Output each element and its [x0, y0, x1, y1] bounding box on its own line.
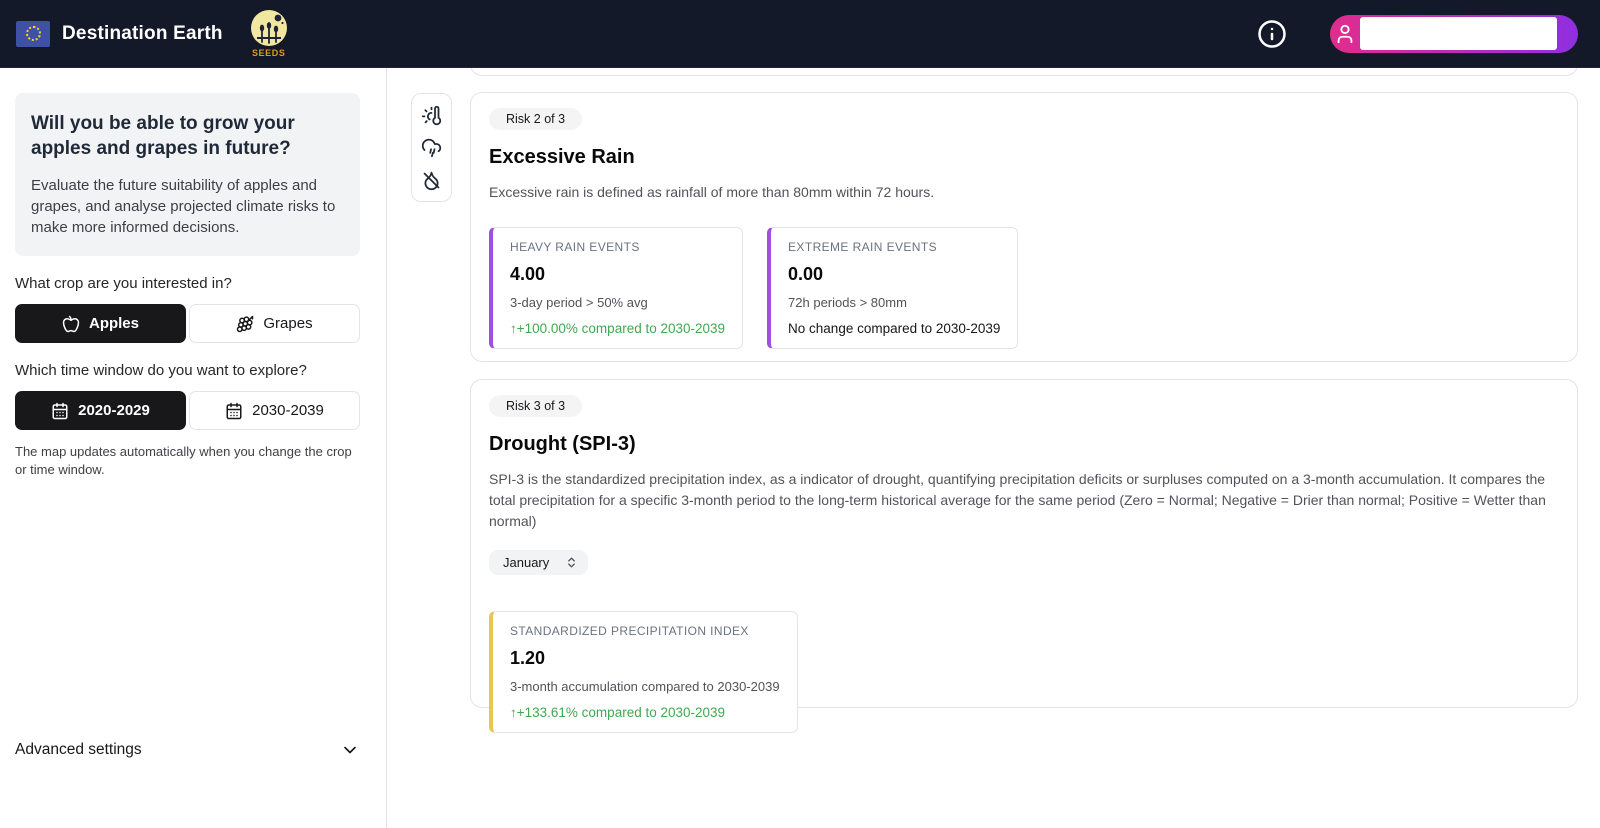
stat-value: 4.00: [510, 264, 725, 285]
toolbar-rain-button[interactable]: [420, 136, 444, 160]
droplet-off-icon: [421, 170, 442, 191]
crop-button-grapes[interactable]: Grapes: [189, 304, 360, 343]
advanced-settings-label: Advanced settings: [15, 741, 142, 759]
eu-flag: [16, 21, 50, 47]
risk-description: SPI-3 is the standardized precipitation …: [489, 469, 1557, 532]
crop-button-apples-label: Apples: [89, 315, 139, 332]
grape-icon: [236, 315, 254, 333]
time-button-row: 2020-2029 2030-2039: [15, 391, 360, 430]
month-select[interactable]: January: [489, 550, 588, 575]
stat-subtitle: 3-day period > 50% avg: [510, 295, 725, 310]
calendar-icon: [51, 402, 69, 420]
advanced-settings-toggle[interactable]: Advanced settings: [15, 740, 360, 760]
info-icon: [1257, 19, 1287, 49]
stats-row: HEAVY RAIN EVENTS 4.00 3-day period > 50…: [489, 227, 1559, 349]
chevrons-up-down-icon: [565, 556, 578, 569]
risk-badge: Risk 3 of 3: [489, 395, 582, 417]
stat-subtitle: 72h periods > 80mm: [788, 295, 1000, 310]
map-update-note: The map updates automatically when you c…: [15, 443, 360, 478]
risk-title: Drought (SPI-3): [489, 433, 1559, 456]
risk-card-drought: Risk 3 of 3 Drought (SPI-3) SPI-3 is the…: [470, 379, 1578, 708]
crop-button-row: Apples Grapes: [15, 304, 360, 343]
risk-badge: Risk 2 of 3: [489, 108, 582, 130]
toolbar-temperature-button[interactable]: [420, 103, 444, 127]
stat-change: No change compared to 2030-2039: [788, 321, 1000, 336]
thermometer-sun-icon: [421, 105, 442, 126]
time-question: Which time window do you want to explore…: [15, 362, 360, 379]
seeds-logo: SEEDS: [249, 7, 289, 61]
top-navbar: Destination Earth SEEDS: [0, 0, 1600, 68]
cloud-rain-icon: [421, 137, 442, 158]
stat-change: ↑+133.61% compared to 2030-2039: [510, 705, 780, 720]
seeds-logo-label: SEEDS: [249, 48, 289, 58]
sidebar: Will you be able to grow your apples and…: [0, 68, 387, 828]
calendar-icon: [225, 402, 243, 420]
time-button-2030-2039-label: 2030-2039: [252, 402, 324, 419]
brand-title: Destination Earth: [62, 23, 223, 45]
intro-title: Will you be able to grow your apples and…: [31, 111, 344, 161]
time-button-2020-2029[interactable]: 2020-2029: [15, 391, 186, 430]
stat-value: 0.00: [788, 264, 1000, 285]
apple-icon: [62, 315, 80, 333]
crop-question: What crop are you interested in?: [15, 275, 360, 292]
hazard-toolbar: [411, 93, 452, 202]
stat-value: 1.20: [510, 648, 780, 669]
stat-label: STANDARDIZED PRECIPITATION INDEX: [510, 624, 780, 638]
stat-change: ↑+100.00% compared to 2030-2039: [510, 321, 725, 336]
chevron-down-icon: [340, 740, 360, 760]
login-button[interactable]: [1330, 15, 1578, 53]
toolbar-drought-button[interactable]: [420, 168, 444, 192]
stat-standardized-precipitation-index: STANDARDIZED PRECIPITATION INDEX 1.20 3-…: [489, 611, 798, 733]
stat-subtitle: 3-month accumulation compared to 2030-20…: [510, 679, 780, 694]
eu-stars-icon: [26, 26, 41, 41]
time-button-2030-2039[interactable]: 2030-2039: [189, 391, 360, 430]
page: Destination Earth SEEDS: [0, 0, 1600, 828]
intro-card: Will you be able to grow your apples and…: [15, 93, 360, 256]
risk-title: Excessive Rain: [489, 146, 1559, 169]
risk-card-excessive-rain: Risk 2 of 3 Excessive Rain Excessive rai…: [470, 92, 1578, 362]
login-input[interactable]: [1360, 17, 1557, 50]
user-icon: [1330, 23, 1360, 45]
stat-heavy-rain-events: HEAVY RAIN EVENTS 4.00 3-day period > 50…: [489, 227, 743, 349]
info-button[interactable]: [1256, 18, 1288, 50]
intro-description: Evaluate the future suitability of apple…: [31, 175, 344, 238]
stat-label: EXTREME RAIN EVENTS: [788, 240, 1000, 254]
time-button-2020-2029-label: 2020-2029: [78, 402, 150, 419]
crop-button-apples[interactable]: Apples: [15, 304, 186, 343]
stat-extreme-rain-events: EXTREME RAIN EVENTS 0.00 72h periods > 8…: [767, 227, 1018, 349]
crop-button-grapes-label: Grapes: [263, 315, 312, 332]
stat-label: HEAVY RAIN EVENTS: [510, 240, 725, 254]
risk-description: Excessive rain is defined as rainfall of…: [489, 182, 1557, 203]
seeds-logo-icon: [251, 10, 287, 46]
month-select-value: January: [503, 555, 549, 570]
stats-row: STANDARDIZED PRECIPITATION INDEX 1.20 3-…: [489, 611, 1559, 733]
